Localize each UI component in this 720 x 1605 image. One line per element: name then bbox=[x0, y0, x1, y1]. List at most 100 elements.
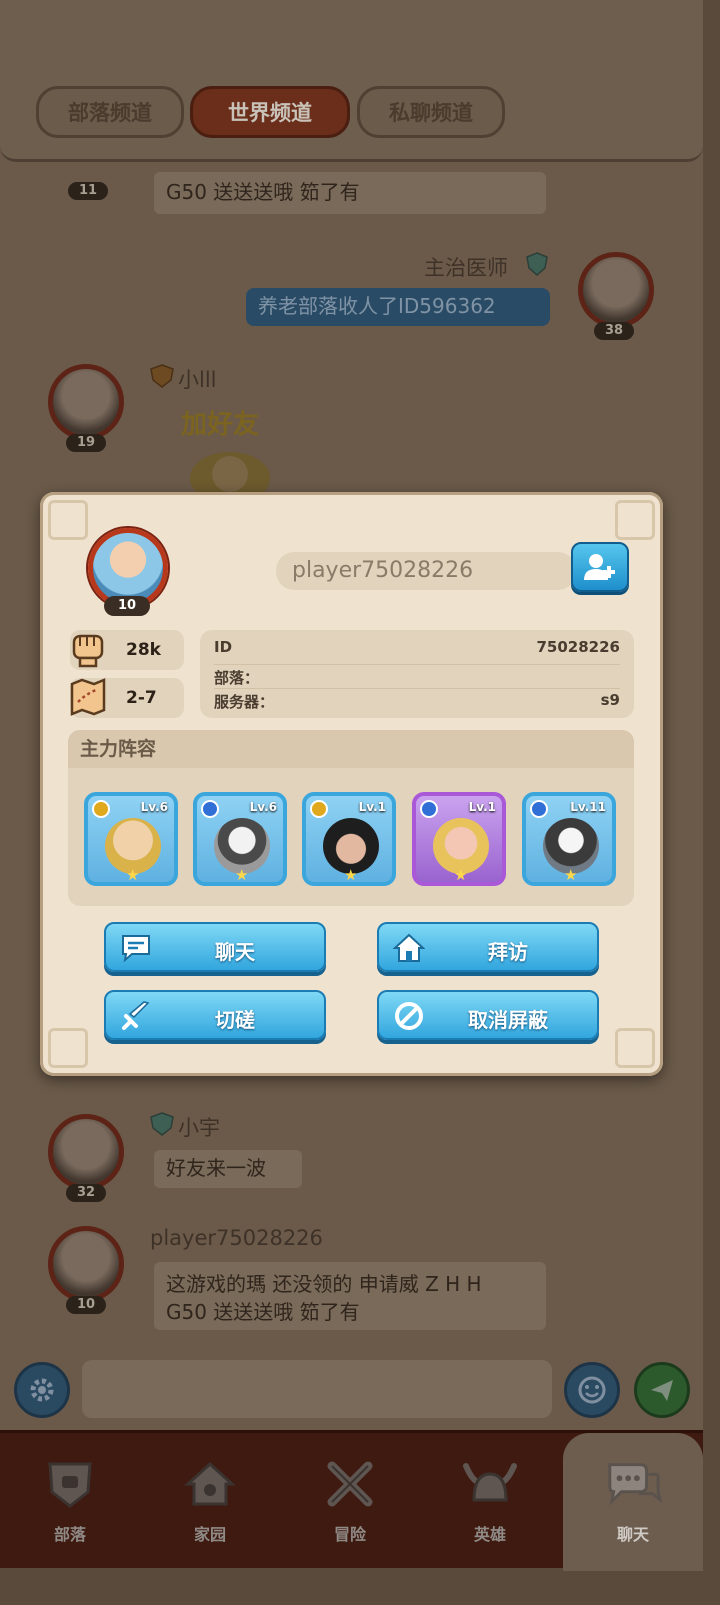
home-icon bbox=[181, 1455, 239, 1513]
player-level-badge: 10 bbox=[104, 596, 150, 616]
nav-label: 冒险 bbox=[333, 1525, 366, 1544]
tribe-row: 部落： bbox=[214, 664, 620, 688]
progress-value: 2-7 bbox=[126, 688, 157, 708]
chat-icon bbox=[120, 932, 152, 964]
player-name-field: player75028226 bbox=[276, 552, 576, 590]
add-friend-button[interactable] bbox=[571, 542, 629, 592]
message-text: 这游戏的瑪 还没领的 申请威 Z H H bbox=[166, 1272, 482, 1296]
block-icon bbox=[393, 1000, 425, 1032]
settings-gear-icon[interactable] bbox=[14, 1362, 70, 1418]
chat-message-bubble: G50 送送送哦 筎了有 bbox=[154, 172, 546, 214]
nav-item-home[interactable]: 家园 bbox=[140, 1433, 280, 1571]
tab-private-channel[interactable]: 私聊频道 bbox=[357, 86, 505, 138]
chat-message-bubble: 这游戏的瑪 还没领的 申请威 Z H H G50 送送送哦 筎了有 bbox=[154, 1262, 546, 1330]
frame-ornament bbox=[48, 1028, 88, 1068]
sender-name: 小lll bbox=[178, 368, 217, 392]
sender-name: player75028226 bbox=[150, 1226, 323, 1250]
nav-item-adventure[interactable]: 冒险 bbox=[280, 1433, 420, 1571]
sender-name: 小宇 bbox=[178, 1116, 220, 1140]
avatar[interactable] bbox=[48, 364, 124, 440]
nav-label: 英雄 bbox=[473, 1525, 506, 1544]
server-row: 服务器： s9 bbox=[214, 688, 620, 712]
tribe-shield-icon bbox=[41, 1455, 99, 1513]
level-badge: 11 bbox=[68, 182, 108, 200]
sticker-text: 加好友 bbox=[181, 410, 260, 440]
chat-button[interactable]: 聊天 bbox=[104, 922, 326, 972]
element-water-icon bbox=[420, 800, 438, 818]
viking-helmet-icon bbox=[461, 1455, 519, 1513]
unblock-button[interactable]: 取消屏蔽 bbox=[377, 990, 599, 1040]
visit-button[interactable]: 拜访 bbox=[377, 922, 599, 972]
level-badge: 38 bbox=[594, 322, 634, 340]
star-icon: ★ bbox=[126, 866, 140, 884]
hero-card[interactable]: Lv.1 ★ bbox=[412, 792, 506, 886]
server-label: 服务器： bbox=[214, 693, 275, 711]
star-icon: ★ bbox=[564, 866, 578, 884]
hero-level: Lv.6 bbox=[140, 800, 168, 814]
element-gold-icon bbox=[92, 800, 110, 818]
power-stat: 28k bbox=[70, 630, 184, 670]
unblock-button-label: 取消屏蔽 bbox=[468, 1008, 548, 1032]
duel-button-label: 切磋 bbox=[215, 1008, 255, 1032]
avatar[interactable] bbox=[48, 1226, 124, 1302]
hero-card[interactable]: Lv.1 ★ bbox=[302, 792, 396, 886]
visit-button-label: 拜访 bbox=[488, 940, 528, 964]
player-profile-modal: 10 player75028226 28k 2-7 ID 75028226 部落… bbox=[40, 492, 663, 1076]
chat-button-label: 聊天 bbox=[215, 940, 255, 964]
nav-label: 部落 bbox=[53, 1525, 86, 1544]
duel-button[interactable]: 切磋 bbox=[104, 990, 326, 1040]
sword-icon bbox=[120, 1000, 152, 1032]
element-water-icon bbox=[201, 800, 219, 818]
power-value: 28k bbox=[126, 640, 161, 660]
hero-card[interactable]: Lv.6 ★ bbox=[84, 792, 178, 886]
frame-ornament bbox=[615, 1028, 655, 1068]
hero-card[interactable]: Lv.11 ★ bbox=[522, 792, 616, 886]
house-icon bbox=[392, 932, 426, 964]
nav-item-tribe[interactable]: 部落 bbox=[0, 1433, 140, 1571]
id-label: ID bbox=[214, 638, 233, 656]
id-value: 75028226 bbox=[536, 638, 621, 656]
hero-card[interactable]: Lv.6 ★ bbox=[193, 792, 287, 886]
message-text: G50 送送送哦 筎了有 bbox=[166, 180, 360, 204]
chat-message-bubble: 好友来一波 bbox=[154, 1150, 302, 1188]
tribe-label: 部落： bbox=[214, 669, 260, 687]
send-icon[interactable] bbox=[634, 1362, 690, 1418]
avatar[interactable] bbox=[578, 252, 654, 328]
chat-bubbles-icon bbox=[604, 1455, 662, 1513]
avatar[interactable] bbox=[48, 1114, 124, 1190]
frame-ornament bbox=[48, 500, 88, 540]
hero-level: Lv.1 bbox=[358, 800, 386, 814]
lineup-title: 主力阵容 bbox=[68, 730, 634, 768]
chat-message-bubble-own: 养老部落收人了ID596362 bbox=[246, 288, 550, 326]
level-badge: 19 bbox=[66, 434, 106, 452]
player-info-box: ID 75028226 部落： 服务器： s9 bbox=[200, 630, 634, 718]
chat-text-input[interactable] bbox=[82, 1360, 552, 1418]
nav-label: 聊天 bbox=[616, 1525, 649, 1544]
element-gold-icon bbox=[310, 800, 328, 818]
message-text: 好友来一波 bbox=[166, 1156, 266, 1180]
crossed-swords-icon bbox=[321, 1455, 379, 1513]
message-text: G50 送送送哦 筎了有 bbox=[166, 1300, 360, 1324]
frame-ornament bbox=[615, 500, 655, 540]
message-text: 养老部落收人了ID596362 bbox=[258, 294, 496, 318]
star-icon: ★ bbox=[344, 866, 358, 884]
channel-tab-bar: 部落频道 世界频道 私聊频道 bbox=[0, 0, 703, 162]
nav-item-chat[interactable]: 聊天 bbox=[563, 1433, 703, 1571]
star-icon: ★ bbox=[454, 866, 468, 884]
verified-shield-icon bbox=[526, 252, 548, 276]
star-icon: ★ bbox=[235, 866, 249, 884]
sticker-image: 加好友 bbox=[175, 400, 285, 498]
map-icon bbox=[68, 676, 108, 716]
fist-icon bbox=[68, 628, 108, 668]
server-value: s9 bbox=[600, 691, 620, 709]
tab-tribe-channel[interactable]: 部落频道 bbox=[36, 86, 184, 138]
element-water-icon bbox=[530, 800, 548, 818]
level-badge: 10 bbox=[66, 1296, 106, 1314]
guild-shield-icon bbox=[150, 364, 174, 388]
nav-item-heroes[interactable]: 英雄 bbox=[420, 1433, 560, 1571]
level-badge: 32 bbox=[66, 1184, 106, 1202]
id-row: ID 75028226 bbox=[214, 638, 620, 662]
emoji-icon[interactable] bbox=[564, 1362, 620, 1418]
tab-world-channel[interactable]: 世界频道 bbox=[190, 86, 350, 138]
hero-level: Lv.11 bbox=[570, 800, 606, 814]
